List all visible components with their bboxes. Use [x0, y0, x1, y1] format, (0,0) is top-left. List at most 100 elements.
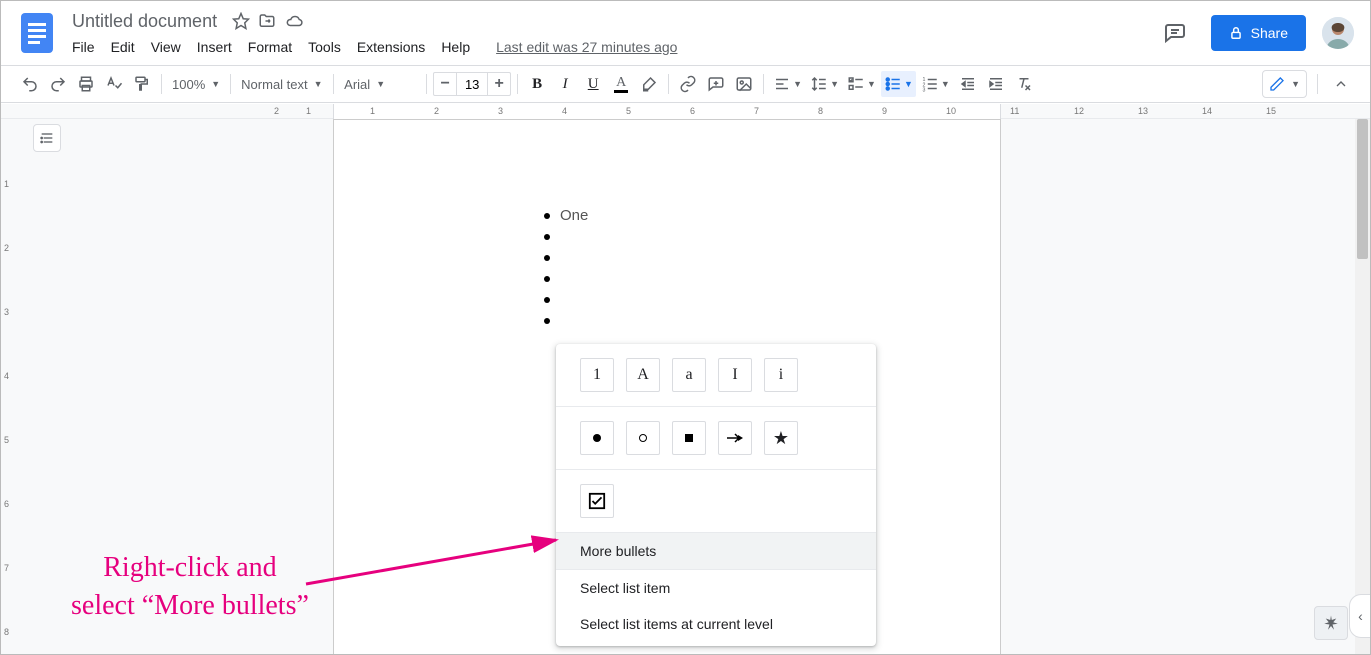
bullet-circle[interactable]: [626, 421, 660, 455]
line-spacing-button[interactable]: ▼: [807, 71, 842, 97]
list-style-A[interactable]: A: [626, 358, 660, 392]
checklist-button[interactable]: ▼: [844, 71, 879, 97]
horizontal-ruler[interactable]: 21123456789101112131415: [1, 104, 1370, 119]
list-item[interactable]: [544, 226, 588, 247]
document-title[interactable]: Untitled document: [65, 9, 224, 34]
pencil-icon: [1269, 76, 1285, 92]
bullet-style-options: ★: [580, 421, 852, 455]
paragraph-style-selector[interactable]: Normal text ▼: [237, 71, 327, 97]
print-button[interactable]: [73, 71, 99, 97]
explore-button[interactable]: [1314, 606, 1348, 640]
spellcheck-button[interactable]: [101, 71, 127, 97]
vertical-ruler[interactable]: 12345678: [1, 119, 16, 654]
bullet-square[interactable]: [672, 421, 706, 455]
select-list-items-level[interactable]: Select list items at current level: [556, 606, 876, 642]
bullet-checkbox[interactable]: [580, 484, 614, 518]
align-button[interactable]: ▼: [770, 71, 805, 97]
zoom-selector[interactable]: 100% ▼: [168, 71, 224, 97]
share-button-label: Share: [1251, 25, 1288, 41]
bold-button[interactable]: B: [524, 71, 550, 97]
vertical-scrollbar[interactable]: [1355, 119, 1370, 654]
menu-view[interactable]: View: [144, 35, 188, 59]
list-style-1[interactable]: 1: [580, 358, 614, 392]
font-size-decrease-button[interactable]: −: [433, 72, 457, 96]
bullet-disc[interactable]: [580, 421, 614, 455]
ruler-tick: 14: [1202, 106, 1212, 116]
account-avatar[interactable]: [1322, 17, 1354, 49]
list-style-a[interactable]: a: [672, 358, 706, 392]
lock-icon: [1229, 26, 1243, 40]
chevron-down-icon: ▼: [314, 79, 323, 89]
insert-image-button[interactable]: [731, 71, 757, 97]
ruler-tick: 1: [306, 106, 311, 116]
star-icon[interactable]: [232, 12, 250, 30]
underline-button[interactable]: U: [580, 71, 606, 97]
menu-format[interactable]: Format: [241, 35, 299, 59]
italic-button[interactable]: I: [552, 71, 578, 97]
paragraph-style-value: Normal text: [241, 77, 307, 92]
undo-button[interactable]: [17, 71, 43, 97]
list-item[interactable]: One: [544, 205, 588, 226]
cloud-status-icon[interactable]: [284, 12, 304, 30]
document-outline-button[interactable]: [33, 124, 61, 152]
menu-help[interactable]: Help: [434, 35, 477, 59]
collapse-toolbar-button[interactable]: [1328, 71, 1354, 97]
font-size-increase-button[interactable]: +: [487, 72, 511, 96]
editing-mode-button[interactable]: ▼: [1262, 70, 1307, 98]
last-edit-link[interactable]: Last edit was 27 minutes ago: [489, 35, 684, 59]
font-size-input[interactable]: [457, 72, 487, 96]
ruler-tick: 2: [434, 106, 439, 116]
indent-decrease-button[interactable]: [955, 71, 981, 97]
bullet-icon: [544, 276, 550, 282]
ruler-tick: 6: [4, 499, 9, 509]
menu-extensions[interactable]: Extensions: [350, 35, 432, 59]
open-comments-button[interactable]: [1155, 13, 1195, 53]
select-list-item[interactable]: Select list item: [556, 570, 876, 606]
menu-edit[interactable]: Edit: [104, 35, 142, 59]
redo-button[interactable]: [45, 71, 71, 97]
more-bullets-item[interactable]: More bullets: [556, 533, 876, 569]
share-button[interactable]: Share: [1211, 15, 1306, 51]
list-item-text: One: [560, 207, 588, 224]
paint-format-button[interactable]: [129, 71, 155, 97]
list-style-i[interactable]: i: [764, 358, 798, 392]
bulleted-list-button[interactable]: ▼: [881, 71, 916, 97]
menu-insert[interactable]: Insert: [190, 35, 239, 59]
docs-logo-icon[interactable]: [17, 13, 57, 53]
add-comment-button[interactable]: [703, 71, 729, 97]
ruler-tick: 8: [4, 627, 9, 637]
list-item[interactable]: [544, 289, 588, 310]
insert-link-button[interactable]: [675, 71, 701, 97]
indent-increase-button[interactable]: [983, 71, 1009, 97]
list-item[interactable]: [544, 247, 588, 268]
ruler-tick: 4: [562, 106, 567, 116]
ruler-tick: 2: [4, 243, 9, 253]
list-item[interactable]: [544, 310, 588, 331]
move-folder-icon[interactable]: [258, 12, 276, 30]
text-color-button[interactable]: A: [608, 71, 634, 97]
side-panel-toggle[interactable]: ‹: [1349, 594, 1370, 638]
ruler-tick: 1: [4, 179, 9, 189]
bullet-icon: [544, 297, 550, 303]
highlight-color-button[interactable]: [636, 71, 662, 97]
header: Untitled document File Edit View Insert …: [1, 1, 1370, 65]
ruler-tick: 11: [1010, 106, 1019, 116]
menu-tools[interactable]: Tools: [301, 35, 348, 59]
list-item[interactable]: [544, 268, 588, 289]
bullet-star[interactable]: ★: [764, 421, 798, 455]
zoom-value: 100%: [172, 77, 205, 92]
clear-formatting-button[interactable]: [1011, 71, 1037, 97]
chevron-down-icon: ▼: [1291, 79, 1300, 89]
document-body[interactable]: One: [544, 205, 588, 331]
bullet-arrow[interactable]: [718, 421, 752, 455]
ruler-tick: 7: [4, 563, 9, 573]
ruler-tick: 8: [818, 106, 823, 116]
ruler-tick: 12: [1074, 106, 1084, 116]
menu-file[interactable]: File: [65, 35, 102, 59]
font-family-selector[interactable]: Arial ▼: [340, 71, 420, 97]
numbered-list-button[interactable]: 123▼: [918, 71, 953, 97]
ruler-tick: 5: [626, 106, 631, 116]
ruler-tick: 6: [690, 106, 695, 116]
ruler-tick: 10: [946, 106, 956, 116]
list-style-I[interactable]: I: [718, 358, 752, 392]
